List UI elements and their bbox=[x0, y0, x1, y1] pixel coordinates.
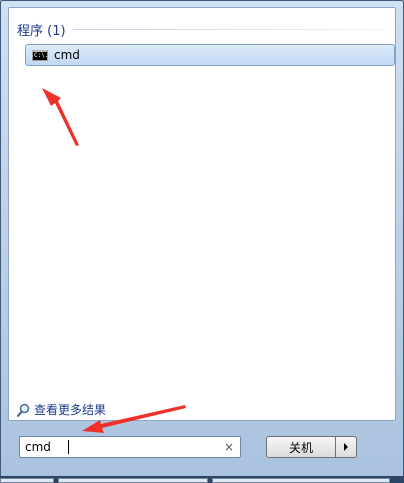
shutdown-options-button[interactable] bbox=[336, 436, 357, 458]
result-item-cmd[interactable]: C:\. cmd bbox=[25, 44, 395, 66]
clear-search-icon[interactable]: × bbox=[221, 440, 237, 454]
group-divider bbox=[73, 29, 387, 30]
arrow-right-icon bbox=[344, 443, 348, 451]
taskbar-button[interactable] bbox=[212, 478, 390, 483]
magnifier-icon bbox=[17, 403, 30, 417]
cmd-icon: C:\. bbox=[32, 49, 49, 61]
see-more-results-link[interactable]: 查看更多结果 bbox=[17, 401, 106, 418]
shutdown-button[interactable]: 关机 bbox=[266, 436, 336, 458]
text-caret bbox=[68, 440, 69, 454]
search-box[interactable]: × bbox=[19, 436, 241, 458]
taskbar-button[interactable] bbox=[58, 478, 208, 483]
result-item-label: cmd bbox=[54, 48, 80, 62]
shutdown-group: 关机 bbox=[266, 436, 357, 458]
results-group-title: 程序 (1) bbox=[17, 24, 66, 39]
start-menu: 程序 (1) C:\. cmd 查看更多结果 × 关机 bbox=[0, 0, 404, 483]
search-results-pane: 程序 (1) C:\. cmd 查看更多结果 bbox=[8, 7, 396, 421]
search-input[interactable] bbox=[20, 438, 221, 456]
see-more-results-label: 查看更多结果 bbox=[34, 403, 107, 417]
taskbar-button[interactable] bbox=[0, 478, 54, 483]
